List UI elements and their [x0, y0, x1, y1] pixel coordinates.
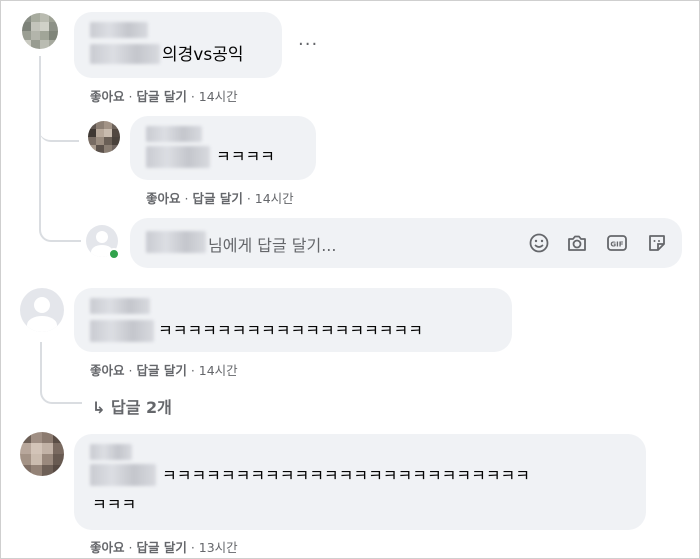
- reply-placeholder: 님에게 답글 달기...: [208, 236, 337, 255]
- sticker-icon[interactable]: [646, 232, 668, 254]
- thread-branch: [40, 342, 82, 404]
- comment-text: 의경vs공익: [162, 45, 244, 65]
- comment-text-line2: ㅋㅋㅋ: [92, 495, 137, 514]
- like-button[interactable]: 좋아요: [146, 191, 181, 206]
- camera-icon[interactable]: [566, 232, 588, 254]
- reply-button[interactable]: 답글 달기: [192, 191, 242, 206]
- reply-text: ㅋㅋㅋㅋ: [216, 147, 275, 166]
- timestamp[interactable]: 14시간: [199, 363, 238, 378]
- thread-branch: [39, 118, 79, 142]
- thread-line: [39, 56, 41, 226]
- reply-button[interactable]: 답글 달기: [136, 540, 186, 555]
- like-button[interactable]: 좋아요: [90, 89, 125, 104]
- like-button[interactable]: 좋아요: [90, 363, 125, 378]
- author-name-blurred[interactable]: [90, 22, 148, 38]
- comment-text-line1: ㅋㅋㅋㅋㅋㅋㅋㅋㅋㅋㅋㅋㅋㅋㅋㅋㅋㅋㅋㅋㅋㅋㅋㅋㅋ: [162, 466, 531, 485]
- author-name-blurred: [146, 146, 210, 168]
- comment-actions: 좋아요 · 답글 달기 · 14시간: [90, 89, 238, 104]
- like-button[interactable]: 좋아요: [90, 540, 125, 555]
- reply-button[interactable]: 답글 달기: [136, 363, 186, 378]
- timestamp[interactable]: 14시간: [199, 89, 238, 104]
- author-name-blurred: [90, 44, 160, 64]
- reply-button[interactable]: 답글 달기: [136, 89, 186, 104]
- comment-actions: 좋아요 · 답글 달기 · 13시간: [90, 540, 238, 555]
- author-name-blurred: [90, 464, 156, 486]
- more-options-icon[interactable]: ···: [298, 34, 318, 55]
- author-name-blurred[interactable]: [90, 298, 150, 314]
- view-replies-link[interactable]: ↳ 답글 2개: [92, 394, 172, 418]
- comment-text: ㅋㅋㅋㅋㅋㅋㅋㅋㅋㅋㅋㅋㅋㅋㅋㅋㅋㅋ: [158, 321, 423, 340]
- reply-actions: 좋아요 · 답글 달기 · 14시간: [146, 191, 294, 206]
- timestamp[interactable]: 13시간: [199, 540, 238, 555]
- commenter-avatar[interactable]: [20, 288, 64, 332]
- online-status-icon: [108, 248, 120, 260]
- comment-actions: 좋아요 · 답글 달기 · 14시간: [90, 363, 238, 378]
- commenter-avatar[interactable]: [22, 13, 58, 49]
- author-name-blurred[interactable]: [146, 126, 202, 142]
- author-name-blurred: [90, 320, 154, 342]
- recipient-name-blurred: [146, 231, 206, 253]
- commenter-avatar[interactable]: [20, 432, 64, 476]
- svg-text:GIF: GIF: [610, 241, 623, 249]
- author-name-blurred[interactable]: [90, 444, 132, 460]
- timestamp[interactable]: 14시간: [255, 191, 294, 206]
- gif-icon[interactable]: GIF: [606, 232, 628, 254]
- thread-branch: [39, 212, 81, 242]
- smile-icon[interactable]: [528, 232, 550, 254]
- reply-avatar[interactable]: [88, 121, 120, 153]
